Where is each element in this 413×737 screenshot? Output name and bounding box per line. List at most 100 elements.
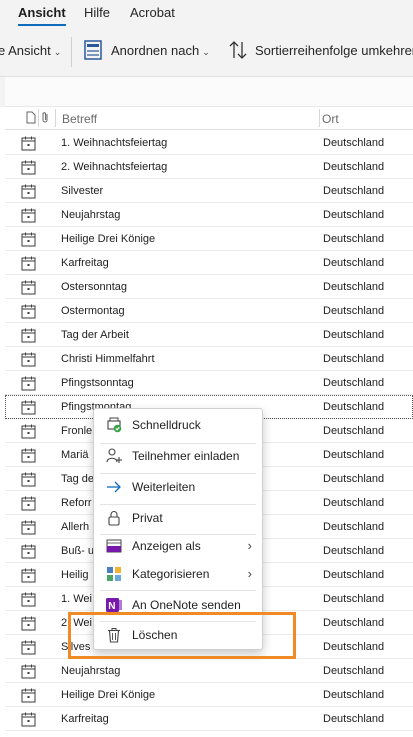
menu-item-forward[interactable]: Weiterleiten: [94, 472, 262, 502]
row-location: Deutschland: [323, 665, 384, 677]
menu-item-label: Kategorisieren: [132, 567, 209, 581]
tab-ansicht[interactable]: Ansicht: [18, 5, 66, 20]
table-row[interactable]: Pfingstsonntag Deutschland: [5, 371, 413, 395]
svg-text:N: N: [108, 601, 115, 612]
menu-item-label: Privat: [132, 511, 163, 525]
menu-item-categorize[interactable]: Kategorisieren ›: [94, 559, 262, 589]
column-divider[interactable]: [319, 109, 320, 127]
onenote-icon: N: [105, 596, 123, 617]
calendar-appointment-icon: [21, 400, 36, 418]
row-subject: Karfreitag: [61, 257, 109, 269]
column-header-subject[interactable]: Betreff: [62, 112, 97, 126]
show-as-icon: [105, 537, 123, 558]
calendar-appointment-icon: [21, 448, 36, 466]
row-subject: Christi Himmelfahrt: [61, 353, 155, 365]
item-type-column-icon[interactable]: [26, 111, 36, 127]
reverse-sort-button[interactable]: Sortierreihenfolge umkehren: [255, 43, 413, 58]
menu-item-private[interactable]: Privat: [94, 503, 262, 533]
menu-item-invite-attendees[interactable]: Teilnehmer einladen: [94, 441, 262, 471]
table-row[interactable]: Neujahrstag Deutschland: [5, 203, 413, 227]
row-subject: Reforr: [61, 497, 92, 509]
calendar-appointment-icon: [21, 160, 36, 178]
calendar-appointment-icon: [21, 568, 36, 586]
row-subject: Pfingstsonntag: [61, 377, 134, 389]
forward-arrow-icon: [105, 478, 123, 499]
row-location: Deutschland: [323, 257, 384, 269]
calendar-appointment-icon: [21, 304, 36, 322]
attachment-column-icon[interactable]: [41, 111, 50, 127]
row-subject: Heilige Drei Könige: [61, 233, 155, 245]
quick-print-icon: [105, 416, 123, 437]
menu-item-show-as[interactable]: Anzeigen als ›: [94, 531, 262, 561]
table-row[interactable]: Heilige Drei Könige Deutschland: [5, 227, 413, 251]
view-settings-button[interactable]: e Ansicht ⌄: [0, 43, 61, 58]
row-subject: Karfreitag: [61, 713, 109, 725]
arrange-by-button[interactable]: Anordnen nach ⌄: [111, 43, 210, 58]
row-subject: Neujahrstag: [61, 665, 120, 677]
row-location: Deutschland: [323, 473, 384, 485]
table-row[interactable]: 1. Weihnachtsfeiertag Deutschland: [5, 131, 413, 155]
table-row[interactable]: Neujahrstag Deutschland: [5, 659, 413, 683]
calendar-appointment-icon: [21, 184, 36, 202]
row-location: Deutschland: [323, 185, 384, 197]
ribbon-tab-bar: Ansicht Hilfe Acrobat: [0, 0, 413, 27]
chevron-down-icon: ⌄: [202, 47, 210, 57]
tab-acrobat[interactable]: Acrobat: [130, 5, 175, 20]
table-row[interactable]: Silvester Deutschland: [5, 179, 413, 203]
calendar-appointment-icon: [21, 688, 36, 706]
tab-hilfe[interactable]: Hilfe: [84, 5, 110, 20]
row-subject: Mariä: [61, 449, 89, 461]
table-row[interactable]: 2. Weihnachtsfeiertag Deutschland: [5, 155, 413, 179]
table-row[interactable]: Karfreitag Deutschland: [5, 707, 413, 731]
row-subject: Silvester: [61, 185, 103, 197]
menu-item-label: Weiterleiten: [132, 480, 195, 494]
table-row[interactable]: Karfreitag Deutschland: [5, 251, 413, 275]
row-location: Deutschland: [323, 425, 384, 437]
table-row[interactable]: Ostersonntag Deutschland: [5, 275, 413, 299]
row-location: Deutschland: [323, 521, 384, 533]
table-row[interactable]: Tag der Arbeit Deutschland: [5, 323, 413, 347]
row-location: Deutschland: [323, 305, 384, 317]
row-location: Deutschland: [323, 689, 384, 701]
row-subject: Silves: [61, 641, 90, 653]
menu-item-label: An OneNote senden: [132, 598, 241, 612]
table-row[interactable]: Heilige Drei Könige Deutschland: [5, 683, 413, 707]
row-location: Deutschland: [323, 377, 384, 389]
calendar-appointment-icon: [21, 592, 36, 610]
chevron-right-icon: ›: [248, 538, 252, 553]
table-row[interactable]: Christi Himmelfahrt Deutschland: [5, 347, 413, 371]
row-subject: 1. Weihnachtsfeiertag: [61, 137, 167, 149]
calendar-appointment-icon: [21, 664, 36, 682]
invite-attendees-icon: [105, 447, 123, 468]
column-divider[interactable]: [38, 109, 39, 127]
column-header-location[interactable]: Ort: [322, 112, 339, 126]
row-subject: Tag der Arbeit: [61, 329, 129, 341]
row-subject: Heilige Drei Könige: [61, 689, 155, 701]
lock-icon: [105, 509, 123, 530]
active-tab-indicator: [18, 24, 66, 26]
menu-item-send-to-onenote[interactable]: N An OneNote senden: [94, 590, 262, 620]
chevron-down-icon: ⌄: [54, 47, 62, 57]
row-location: Deutschland: [323, 329, 384, 341]
row-subject: 2. Weihnachtsfeiertag: [61, 161, 167, 173]
menu-item-quick-print[interactable]: Schnelldruck: [94, 410, 262, 440]
calendar-appointment-icon: [21, 496, 36, 514]
menu-item-delete[interactable]: Löschen: [94, 620, 262, 650]
menu-item-label: Anzeigen als: [132, 539, 201, 553]
calendar-appointment-icon: [21, 352, 36, 370]
calendar-appointment-icon: [21, 328, 36, 346]
calendar-appointment-icon: [21, 640, 36, 658]
row-location: Deutschland: [323, 449, 384, 461]
row-subject: 1. Wei: [61, 593, 92, 605]
row-location: Deutschland: [323, 233, 384, 245]
ribbon-toolbar: e Ansicht ⌄ Anordnen nach ⌄ Sortierreihenf…: [0, 27, 413, 77]
table-row[interactable]: Ostermontag Deutschland: [5, 299, 413, 323]
ribbon-spacer: [0, 77, 413, 107]
row-location: Deutschland: [323, 161, 384, 173]
row-location: Deutschland: [323, 713, 384, 725]
row-location: Deutschland: [323, 209, 384, 221]
row-subject: Heilig: [61, 569, 89, 581]
calendar-appointment-icon: [21, 208, 36, 226]
column-divider[interactable]: [55, 109, 56, 127]
row-subject: Ostersonntag: [61, 281, 127, 293]
